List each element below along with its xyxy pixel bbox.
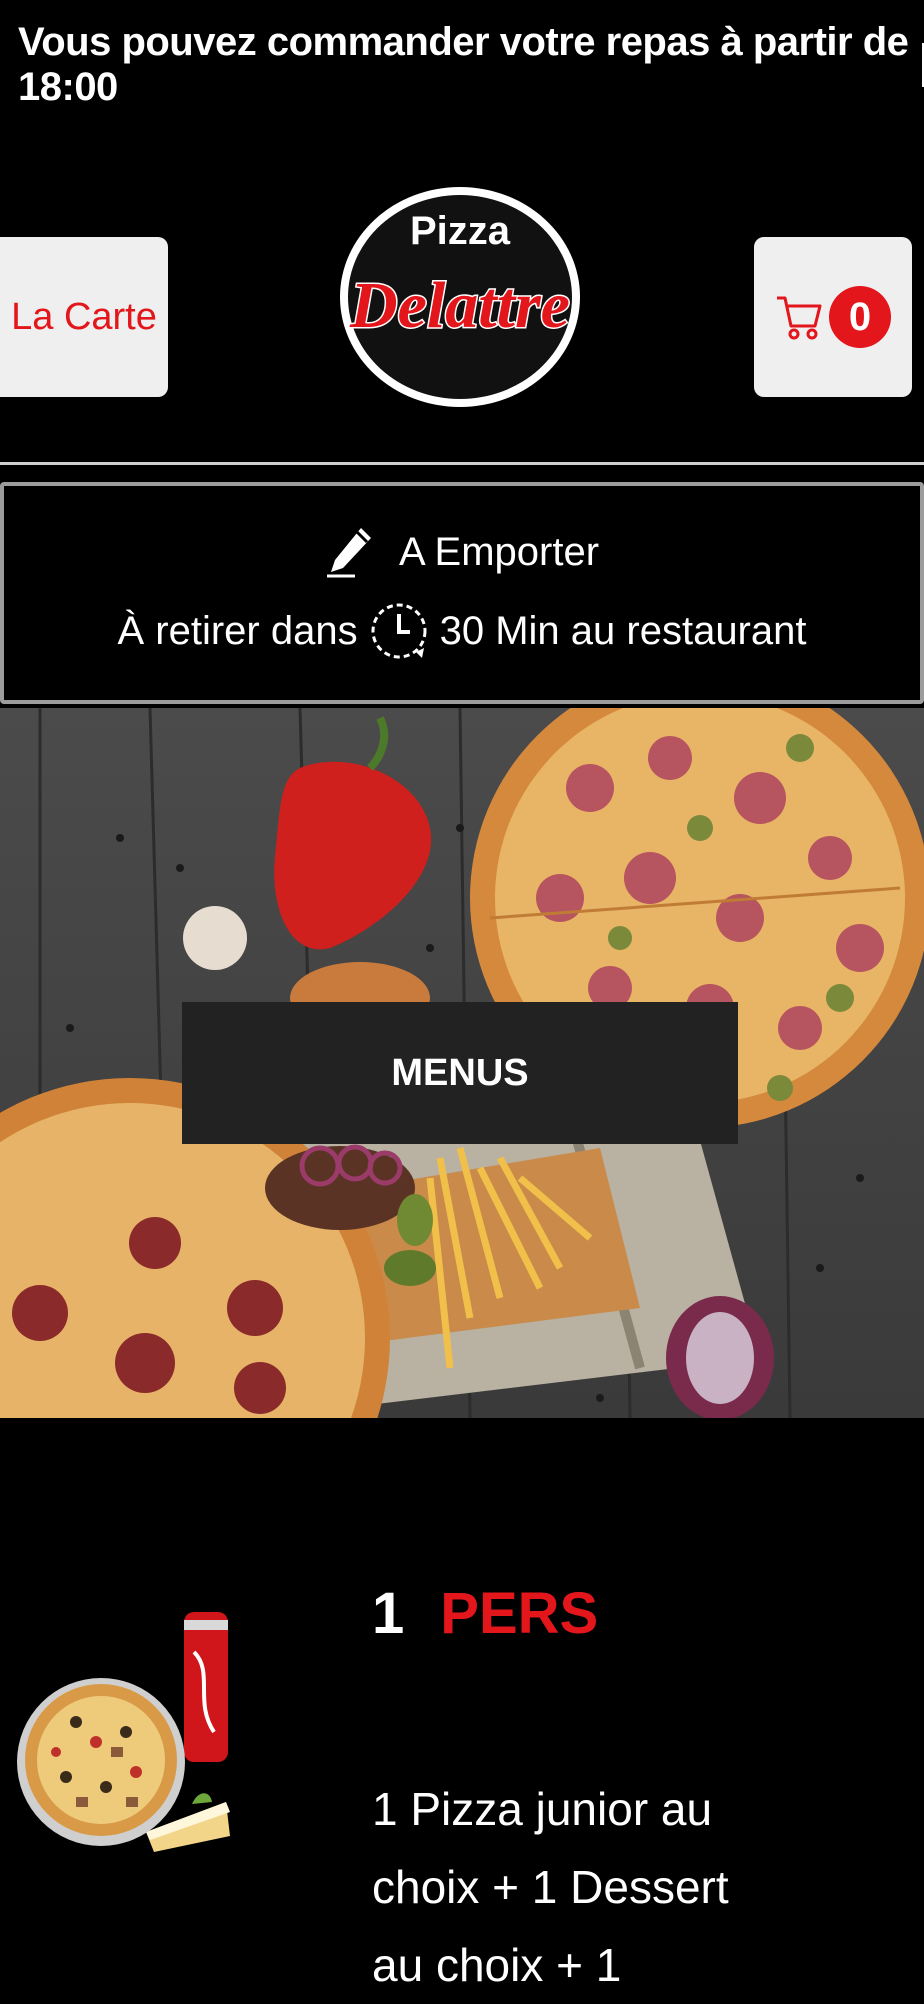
la-carte-button[interactable]: La Carte <box>0 237 168 397</box>
opening-hours-banner: Vous pouvez commander votre repas à part… <box>0 0 924 130</box>
cart-button[interactable]: 0 <box>754 237 912 397</box>
offer-description: 1 Pizza junior au choix + 1 Dessert au c… <box>372 1783 729 1991</box>
logo-main-text: Delattre <box>349 269 570 342</box>
logo-top-text: Pizza <box>410 209 511 253</box>
menu-product-image[interactable] <box>16 1612 236 1862</box>
order-mode-label: A Emporter <box>398 529 600 574</box>
pickup-suffix: 30 Min au restaurant <box>439 608 807 653</box>
la-carte-label: La Carte <box>11 295 157 338</box>
pizza-combo-photo <box>17 1612 230 1852</box>
logo-graphic: Pizza Delattre <box>340 187 580 407</box>
menus-button[interactable]: MENUS <box>182 1002 738 1144</box>
cart-icon <box>777 296 822 340</box>
offer-person-unit: PERS <box>440 1581 599 1646</box>
banner-text: Vous pouvez commander votre repas à part… <box>18 20 909 109</box>
header-divider <box>0 462 924 465</box>
menus-button-label: MENUS <box>391 1051 529 1094</box>
pencil-icon <box>326 528 371 578</box>
cart-count-badge: 0 <box>829 286 891 348</box>
offer-title: 1 PERS <box>372 1580 598 1647</box>
takeaway-info-box: A Emporter À retirer dans 30 Min au rest… <box>0 482 924 704</box>
pickup-prefix: À retirer dans <box>117 608 358 653</box>
restaurant-logo[interactable]: Pizza Delattre <box>336 182 584 412</box>
offer-person-count: 1 <box>372 1581 405 1646</box>
clock-icon <box>371 603 427 659</box>
